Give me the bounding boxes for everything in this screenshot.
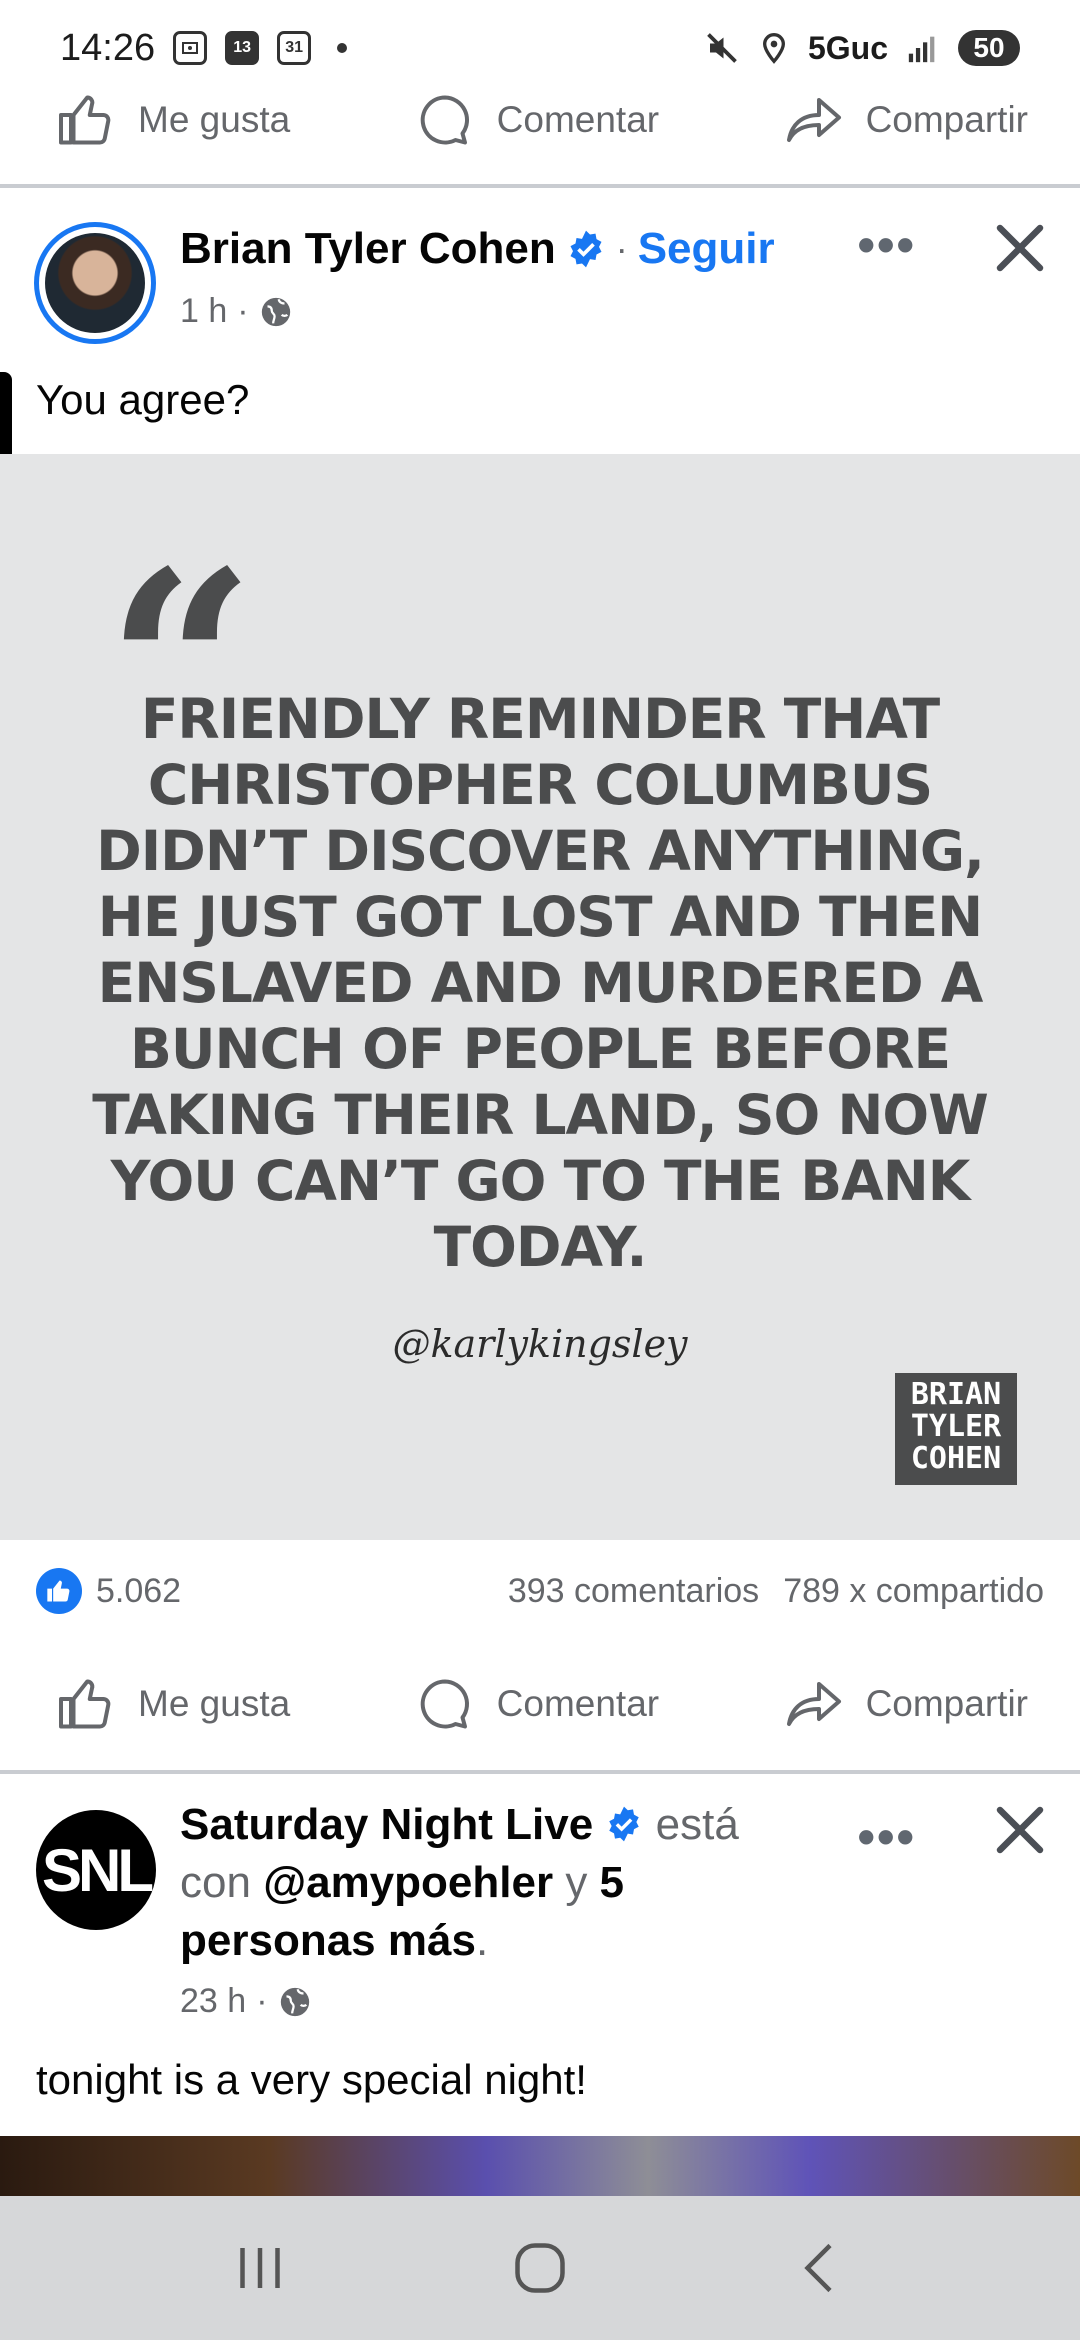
network-label: 5Guc — [807, 29, 888, 66]
more-options-button[interactable]: ••• — [857, 1808, 916, 1866]
quote-handle: @karlykingsley — [392, 1322, 688, 1366]
verified-badge-icon — [609, 1806, 640, 1842]
meta-dot: · — [237, 292, 249, 330]
author-avatar[interactable] — [34, 222, 156, 344]
like-count[interactable]: 5.062 — [96, 1572, 181, 1611]
post2-tagged[interactable]: @amypoehler — [263, 1858, 553, 1907]
globe-icon — [280, 1987, 309, 2016]
calendar-31-icon: 31 — [277, 31, 312, 65]
quote-mark-icon: “ — [106, 538, 256, 668]
comment-icon — [420, 95, 469, 145]
back-icon — [804, 2243, 832, 2293]
post2-image[interactable] — [0, 2136, 1080, 2196]
quote-text: FRIENDLY REMINDER THAT CHRISTOPHER COLUM… — [92, 687, 989, 1279]
location-icon — [762, 32, 785, 64]
comment-count[interactable]: 393 comentarios — [508, 1572, 759, 1611]
share-label: Compartir — [865, 1683, 1028, 1724]
mute-icon — [707, 33, 737, 63]
comment-button[interactable]: Comentar — [415, 90, 659, 150]
share-icon — [786, 1682, 841, 1726]
back-button[interactable] — [780, 2228, 860, 2308]
post-action-bar: Me gusta Comentar Compartir — [0, 1648, 1080, 1760]
post2-period: . — [475, 1916, 489, 1965]
post2-meta: 23 h · — [180, 1982, 312, 2021]
more-options-button[interactable]: ••• — [857, 216, 916, 274]
notification-dot-icon — [337, 43, 348, 53]
like-label: Me gusta — [138, 1683, 291, 1724]
gallery-icon — [173, 31, 208, 65]
meta-dot: · — [256, 1982, 268, 2020]
like-button[interactable]: Me gusta — [56, 1674, 290, 1734]
previous-post-action-bar: Me gusta Comentar Compartir — [0, 64, 1080, 176]
share-label: Compartir — [865, 99, 1028, 140]
post2-time[interactable]: 23 h — [180, 1982, 246, 2021]
post2-text: tonight is a very special night! — [36, 2056, 587, 2103]
share-button[interactable]: Compartir — [784, 90, 1028, 150]
system-nav-bar — [0, 2196, 1080, 2340]
like-button[interactable]: Me gusta — [56, 90, 290, 150]
post-text: You agree? — [36, 376, 250, 423]
post-meta: 1 h · — [180, 292, 293, 331]
close-icon[interactable] — [990, 1800, 1050, 1860]
post-image[interactable]: “ FRIENDLY REMINDER THAT CHRISTOPHER COL… — [0, 454, 1080, 1540]
globe-icon — [261, 297, 290, 326]
share-count[interactable]: 789 x compartido — [783, 1572, 1044, 1611]
battery-indicator: 50 — [958, 30, 1020, 66]
author-name[interactable]: Brian Tyler Cohen — [180, 224, 556, 274]
brand-logo: BRIAN TYLER COHEN — [895, 1373, 1017, 1485]
thumbs-up-icon — [59, 95, 111, 145]
comment-label: Comentar — [496, 1683, 660, 1724]
post2-conj: y — [565, 1858, 588, 1907]
home-icon — [515, 2243, 565, 2293]
logo-line-2: TYLER — [910, 1409, 1002, 1444]
calendar-13-icon: 13 — [225, 31, 260, 65]
close-icon[interactable] — [990, 218, 1050, 278]
recent-apps-button[interactable] — [220, 2228, 300, 2308]
share-button[interactable]: Compartir — [784, 1674, 1028, 1734]
like-label: Me gusta — [138, 99, 291, 140]
reactions-summary: 5.062 393 comentarios 789 x compartido — [0, 1556, 1080, 1626]
signal-icon — [908, 36, 935, 63]
avatar-image — [45, 233, 145, 333]
logo-line-3: COHEN — [910, 1441, 1002, 1476]
comment-label: Comentar — [496, 99, 660, 140]
comment-icon — [420, 1679, 469, 1729]
author-line: Brian Tyler Cohen · Seguir — [180, 224, 775, 274]
post-time[interactable]: 1 h — [180, 292, 227, 331]
thumbs-up-icon — [59, 1679, 111, 1729]
logo-line-1: BRIAN — [910, 1377, 1002, 1412]
post-divider — [0, 184, 1080, 188]
verified-badge-icon — [570, 230, 602, 268]
reaction-stats: 393 comentarios 789 x compartido — [508, 1572, 1044, 1611]
post2-title: Saturday Night Live está con @amypoehler… — [180, 1796, 800, 1970]
recent-apps-icon — [240, 2248, 280, 2288]
home-button[interactable] — [500, 2228, 580, 2308]
share-icon — [786, 98, 841, 142]
like-reaction-icon[interactable] — [36, 1568, 82, 1614]
follow-button[interactable]: Seguir — [638, 224, 775, 274]
follow-separator: · — [615, 228, 628, 269]
status-right: 5Guc 50 — [704, 30, 1020, 67]
post2-author[interactable]: Saturday Night Live — [180, 1800, 593, 1849]
post-divider — [0, 1770, 1080, 1774]
comment-button[interactable]: Comentar — [415, 1674, 659, 1734]
snl-avatar[interactable]: SNL — [36, 1810, 156, 1930]
